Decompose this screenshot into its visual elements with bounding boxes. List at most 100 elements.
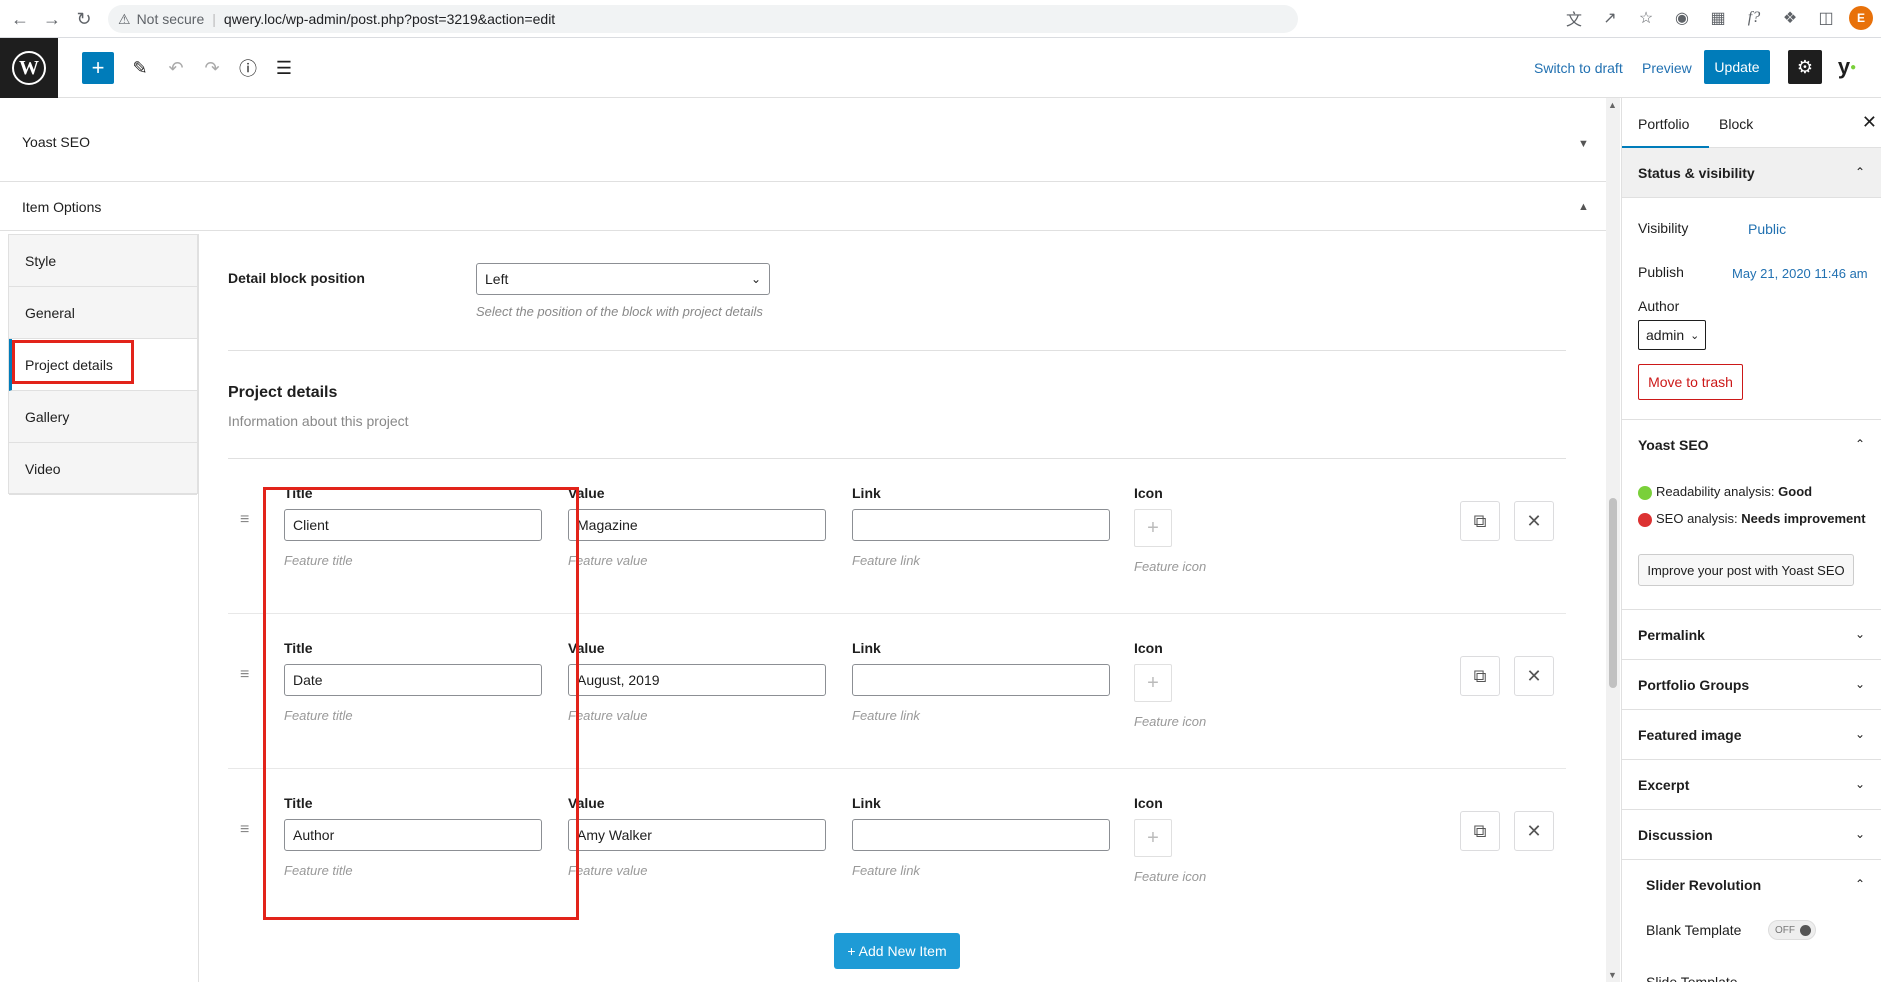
preview-button[interactable]: Preview	[1642, 60, 1692, 76]
blank-template-label: Blank Template	[1646, 922, 1742, 938]
add-new-item-button[interactable]: + Add New Item	[834, 933, 960, 969]
close-icon[interactable]: ✕	[1862, 112, 1877, 133]
function-icon[interactable]: f?	[1741, 5, 1767, 31]
main-scrollbar[interactable]: ▲ ▼	[1606, 98, 1620, 982]
drag-handle-icon[interactable]: ≡	[240, 511, 249, 529]
value-input[interactable]: Magazine	[568, 509, 826, 541]
excerpt-section[interactable]: Excerpt ⌄	[1622, 760, 1881, 810]
remove-x-icon[interactable]: ✕	[1514, 811, 1554, 851]
editor-header: W + ✎ ↶ ↷ ⓘ ☰ Switch to draft Preview Up…	[0, 38, 1881, 98]
translate-icon[interactable]: 文	[1561, 5, 1587, 31]
status-visibility-section: Status & visibility ⌃ Visibility Public …	[1622, 148, 1881, 420]
tab-video[interactable]: Video	[9, 443, 197, 495]
redo-icon[interactable]: ↷	[196, 52, 228, 84]
seo-label: SEO analysis:	[1656, 511, 1738, 526]
item-options-panel[interactable]: Item Options ▲	[0, 183, 1606, 231]
title-input[interactable]: Author	[284, 819, 542, 851]
title-field: Title Date Feature title	[284, 640, 542, 723]
scrollbar-thumb[interactable]	[1609, 498, 1617, 688]
discussion-section[interactable]: Discussion ⌄	[1622, 810, 1881, 860]
update-button[interactable]: Update	[1704, 50, 1770, 84]
visibility-value-link[interactable]: Public	[1748, 221, 1786, 237]
author-select[interactable]: admin ⌄	[1638, 320, 1706, 350]
add-icon-button[interactable]: +	[1134, 509, 1172, 547]
extension-badge-icon[interactable]: ▦	[1705, 5, 1731, 31]
chevron-down-icon: ⌄	[1690, 329, 1700, 342]
move-to-trash-button[interactable]: Move to trash	[1638, 364, 1743, 400]
switch-to-draft-button[interactable]: Switch to draft	[1534, 60, 1623, 76]
info-icon[interactable]: ⓘ	[232, 52, 264, 84]
yoast-seo-header[interactable]: Yoast SEO ⌃	[1622, 420, 1881, 470]
yoast-icon[interactable]: y ●	[1830, 50, 1864, 84]
improve-with-yoast-button[interactable]: Improve your post with Yoast SEO	[1638, 554, 1854, 586]
value-input[interactable]: Amy Walker	[568, 819, 826, 851]
permalink-section[interactable]: Permalink ⌄	[1622, 610, 1881, 660]
seo-analysis[interactable]: SEO analysis: Needs improvement	[1638, 511, 1866, 527]
featured-image-section[interactable]: Featured image ⌄	[1622, 710, 1881, 760]
chevron-up-icon: ⌃	[1854, 877, 1865, 891]
duplicate-icon[interactable]: ⧉	[1460, 811, 1500, 851]
duplicate-icon[interactable]: ⧉	[1460, 501, 1500, 541]
undo-icon[interactable]: ↶	[160, 52, 192, 84]
status-visibility-header[interactable]: Status & visibility ⌃	[1622, 148, 1881, 198]
address-bar[interactable]: ⚠ Not secure | qwery.loc/wp-admin/post.p…	[108, 5, 1298, 33]
tab-style[interactable]: Style	[9, 235, 197, 287]
duplicate-icon[interactable]: ⧉	[1460, 656, 1500, 696]
caret-down-icon[interactable]: ▼	[1578, 138, 1589, 150]
icon-field: Icon + Feature icon	[1134, 795, 1254, 884]
scroll-down-icon[interactable]: ▼	[1608, 970, 1617, 980]
caret-up-icon[interactable]: ▲	[1578, 201, 1589, 213]
tab-general[interactable]: General	[9, 287, 197, 339]
link-label: Link	[852, 485, 881, 501]
extensions-puzzle-icon[interactable]: ❖	[1777, 5, 1803, 31]
publish-date-link[interactable]: May 21, 2020 11:46 am	[1732, 266, 1868, 281]
tab-project-details[interactable]: Project details	[9, 339, 197, 391]
tab-block[interactable]: Block	[1719, 116, 1753, 132]
list-view-icon[interactable]: ☰	[268, 52, 300, 84]
wordpress-logo[interactable]: W	[0, 38, 58, 98]
readability-analysis[interactable]: Readability analysis: Good	[1638, 484, 1812, 500]
value-hint: Feature value	[568, 708, 648, 723]
value-field: Value Amy Walker Feature value	[568, 795, 826, 878]
share-icon[interactable]: ↗	[1597, 5, 1623, 31]
link-input[interactable]	[852, 664, 1110, 696]
remove-x-icon[interactable]: ✕	[1514, 656, 1554, 696]
drag-handle-icon[interactable]: ≡	[240, 666, 249, 684]
url-separator: |	[212, 11, 216, 27]
profile-avatar[interactable]: E	[1849, 6, 1873, 30]
title-field: Title Client Feature title	[284, 485, 542, 568]
remove-x-icon[interactable]: ✕	[1514, 501, 1554, 541]
bad-face-icon	[1638, 512, 1652, 527]
add-block-button[interactable]: +	[82, 52, 114, 84]
forward-icon[interactable]: →	[38, 5, 66, 33]
warning-icon: ⚠	[118, 10, 131, 27]
add-icon-button[interactable]: +	[1134, 664, 1172, 702]
title-input[interactable]: Date	[284, 664, 542, 696]
title-label: Title	[284, 640, 313, 656]
bookmark-star-icon[interactable]: ☆	[1633, 5, 1659, 31]
link-input[interactable]	[852, 509, 1110, 541]
edit-pencil-icon[interactable]: ✎	[124, 52, 156, 84]
title-input[interactable]: Client	[284, 509, 542, 541]
tab-gallery[interactable]: Gallery	[9, 391, 197, 443]
reload-icon[interactable]: ↻	[70, 5, 98, 33]
side-panel-icon[interactable]: ◫	[1813, 5, 1839, 31]
settings-gear-icon[interactable]: ⚙	[1788, 50, 1822, 84]
value-input[interactable]: August, 2019	[568, 664, 826, 696]
portfolio-groups-section[interactable]: Portfolio Groups ⌄	[1622, 660, 1881, 710]
scroll-up-icon[interactable]: ▲	[1608, 100, 1617, 110]
value-label: Value	[568, 795, 605, 811]
link-input[interactable]	[852, 819, 1110, 851]
drag-handle-icon[interactable]: ≡	[240, 821, 249, 839]
yoast-seo-panel[interactable]: Yoast SEO ▼	[0, 112, 1606, 182]
blank-template-toggle[interactable]: OFF	[1768, 920, 1816, 940]
back-icon[interactable]: ←	[6, 5, 34, 33]
icon-field: Icon + Feature icon	[1134, 640, 1254, 729]
tab-portfolio[interactable]: Portfolio	[1622, 116, 1710, 149]
link-field: Link Feature link	[852, 795, 1110, 878]
camera-icon[interactable]: ◉	[1669, 5, 1695, 31]
slider-revolution-header[interactable]: Slider Revolution ⌃	[1622, 860, 1881, 910]
add-icon-button[interactable]: +	[1134, 819, 1172, 857]
detail-block-position-select[interactable]: Left ⌄	[476, 263, 770, 295]
value-hint: Feature value	[568, 553, 648, 568]
